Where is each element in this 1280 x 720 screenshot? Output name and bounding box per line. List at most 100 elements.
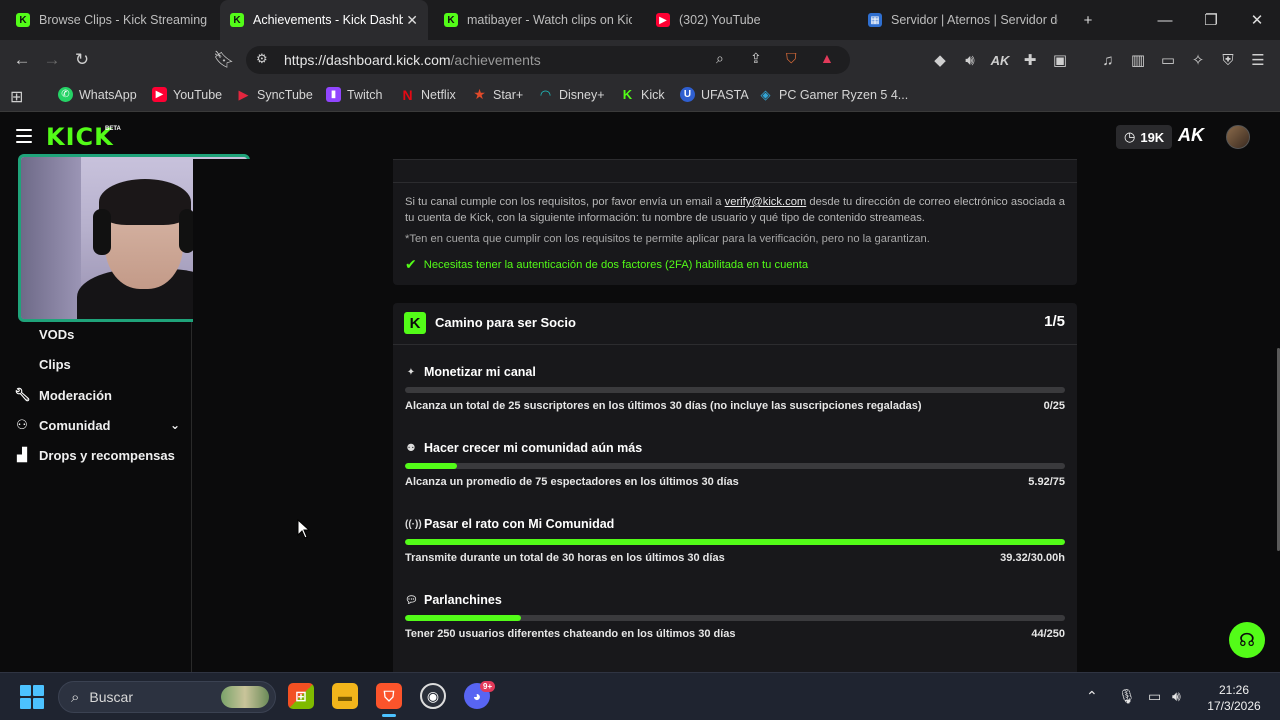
hamburger-menu-icon[interactable] — [16, 129, 32, 143]
sidebar-item-drops[interactable]: ▟ Drops y recompensas — [14, 447, 180, 463]
brave-shields-icon[interactable]: ⛉ — [786, 50, 797, 67]
close-window-icon[interactable]: ✕ — [1234, 0, 1280, 40]
file-explorer-icon[interactable]: ▬ — [332, 683, 358, 709]
close-tab-icon[interactable]: ✕ — [406, 12, 418, 29]
support-chat-button[interactable]: ☊ — [1229, 622, 1265, 658]
avatar[interactable] — [1226, 125, 1250, 149]
netflix-icon: N — [402, 86, 413, 103]
tab-achievements[interactable]: K Achievements - Kick Dashb ✕ — [220, 0, 428, 40]
mouse-cursor-icon — [297, 519, 311, 539]
bookmark-label: PC Gamer Ryzen 5 4... — [779, 87, 909, 102]
leo-ai-icon[interactable]: ✧ — [1188, 50, 1208, 70]
new-tab-button[interactable]: + — [1065, 0, 1111, 40]
ak-extension-icon[interactable]: AK — [1178, 125, 1204, 146]
brave-rewards-icon[interactable]: ▲ — [820, 50, 834, 66]
check-icon: ✔ — [405, 256, 417, 272]
brave-browser-icon[interactable]: ⛉ — [376, 683, 402, 717]
twofa-text: Necesitas tener la autenticación de dos … — [423, 258, 809, 271]
windows-start-icon[interactable] — [20, 685, 44, 709]
progress-bar — [405, 463, 1065, 469]
sidebar-item-clips[interactable]: Clips — [39, 357, 205, 372]
music-icon[interactable]: ♫ — [1098, 50, 1118, 70]
chat-icon: 💬︎ — [405, 594, 418, 606]
achievement-progress: 44/250 — [1031, 628, 1065, 640]
bookmark-kick[interactable]: K Kick — [620, 87, 665, 102]
chevron-down-icon[interactable]: ⌄ — [170, 418, 180, 432]
microphone-icon[interactable]: 🎙︎ — [1118, 688, 1136, 705]
bookmark-starplus[interactable]: ★ Star+ — [472, 86, 523, 102]
bookmark-label: Kick — [641, 87, 665, 102]
minimize-icon[interactable]: — — [1142, 0, 1188, 40]
puzzle-icon[interactable]: ✚ — [1020, 50, 1040, 70]
share-icon[interactable]: ⇪ — [750, 50, 762, 67]
wrench-icon: 🔧︎ — [14, 387, 31, 402]
back-icon[interactable]: ← — [10, 48, 34, 72]
zoom-icon[interactable]: ⌕ — [716, 50, 724, 67]
bookmark-synctube[interactable]: ▶ SyncTube — [236, 87, 313, 102]
tab-label: Achievements - Kick Dashb — [253, 13, 403, 27]
viewer-count-badge[interactable]: ◷ 19K — [1116, 125, 1173, 149]
sidebar-item-vods[interactable]: VODs — [39, 327, 205, 342]
achievement-progress: 39.32/30.00h — [1000, 552, 1065, 564]
obs-icon[interactable]: ◉ — [420, 683, 446, 709]
tab-search-icon[interactable]: ▣ — [1050, 50, 1070, 70]
taskbar-clock[interactable]: 21:26 17/3/2026 — [1196, 682, 1272, 714]
achievement-title: Monetizar mi canal — [424, 365, 536, 379]
twitch-icon: ▮ — [326, 87, 341, 102]
kick-icon: K — [444, 13, 458, 27]
achievement-description: Tener 250 usuarios diferentes chateando … — [405, 628, 736, 640]
ak-extension-icon[interactable]: AK — [990, 50, 1010, 70]
bookmark-disney[interactable]: ◠ Disney+ — [538, 87, 605, 102]
progress-fill — [405, 539, 1065, 545]
bookmark-twitch[interactable]: ▮ Twitch — [326, 87, 382, 102]
tray-overflow-icon[interactable]: ⌃ — [1086, 688, 1098, 705]
tab-matibayer[interactable]: K matibayer - Watch clips on Kic — [434, 0, 642, 40]
achievement-item: ✦ Monetizar mi canal Alcanza un total de … — [405, 365, 1065, 412]
url-path: /achievements — [450, 52, 541, 68]
bookmark-netflix[interactable]: N Netflix — [400, 86, 455, 103]
apps-grid-icon[interactable]: ⊞ — [10, 87, 23, 107]
tab-label: matibayer - Watch clips on Kic — [467, 13, 632, 27]
wallet-icon[interactable]: ▭ — [1158, 50, 1178, 70]
verify-email-link[interactable]: verify@kick.com — [725, 196, 807, 208]
vpn-icon[interactable]: ⛨ — [1218, 50, 1238, 70]
volume-icon[interactable]: 🔊︎ — [1172, 688, 1181, 705]
bookmark-whatsapp[interactable]: ✆ WhatsApp — [58, 87, 137, 102]
sidebar-item-moderacion[interactable]: 🔧︎ Moderación — [14, 387, 180, 403]
aternos-icon: ▦ — [868, 13, 882, 27]
partner-path-title: Camino para ser Socio — [435, 315, 576, 330]
tab-label: (302) YouTube — [679, 13, 761, 27]
microsoft-store-icon[interactable]: ⊞ — [288, 683, 314, 709]
url-bar[interactable]: ⚙︎ https://dashboard.kick.com/achievemen… — [246, 46, 850, 74]
sidebar-toggle-icon[interactable]: ▥ — [1128, 50, 1148, 70]
sidebar-item-label: Clips — [39, 357, 71, 372]
achievement-item: 💬︎ Parlanchines Tener 250 usuarios difere… — [405, 593, 1065, 640]
restore-icon[interactable]: ❐ — [1188, 0, 1234, 40]
kick-header: KICK BETA ◷ 19K AK — [0, 113, 1280, 159]
headphones — [93, 209, 111, 255]
audio-icon[interactable]: 🔊︎ — [960, 50, 980, 70]
extension-icon[interactable]: ◆ — [930, 50, 950, 70]
tab-browse-clips[interactable]: K Browse Clips - Kick Streaming — [6, 0, 218, 40]
kick-badge-icon: K — [404, 312, 426, 334]
reload-icon[interactable]: ↻ — [70, 48, 94, 72]
forward-icon[interactable]: → — [40, 48, 64, 72]
bookmark-icon[interactable]: 🔖︎ — [212, 48, 236, 72]
menu-icon[interactable]: ☰ — [1248, 50, 1268, 70]
beta-label: BETA — [105, 126, 121, 132]
bookmark-pc-gamer[interactable]: ◈ PC Gamer Ryzen 5 4... — [758, 87, 909, 102]
tab-aternos[interactable]: ▦ Servidor | Aternos | Servidor de — [858, 0, 1068, 40]
bookmark-label: WhatsApp — [79, 87, 137, 102]
network-icon[interactable]: ▭ — [1148, 688, 1161, 705]
progress-fill — [405, 615, 522, 621]
bookmark-youtube[interactable]: ▶ YouTube — [152, 87, 222, 102]
taskbar-search[interactable]: ⌕ Buscar — [58, 681, 276, 713]
bookmark-ufasta[interactable]: U UFASTA — [680, 87, 749, 102]
bookmarks-bar: ⊞ ✆ WhatsApp ▶ YouTube ▶ SyncTube ▮ Twitch N… — [0, 80, 1280, 112]
kick-logo[interactable]: KICK — [46, 123, 114, 151]
sidebar-item-comunidad[interactable]: ⚇ Comunidad ⌄ — [14, 417, 180, 433]
sidebar-item-label: Drops y recompensas — [39, 447, 175, 463]
partner-path-card: K Camino para ser Socio 1/5 ✦ Monetizar m… — [393, 303, 1077, 672]
site-settings-icon[interactable]: ⚙︎ — [256, 51, 268, 67]
tab-youtube[interactable]: ▶ (302) YouTube — [646, 0, 854, 40]
